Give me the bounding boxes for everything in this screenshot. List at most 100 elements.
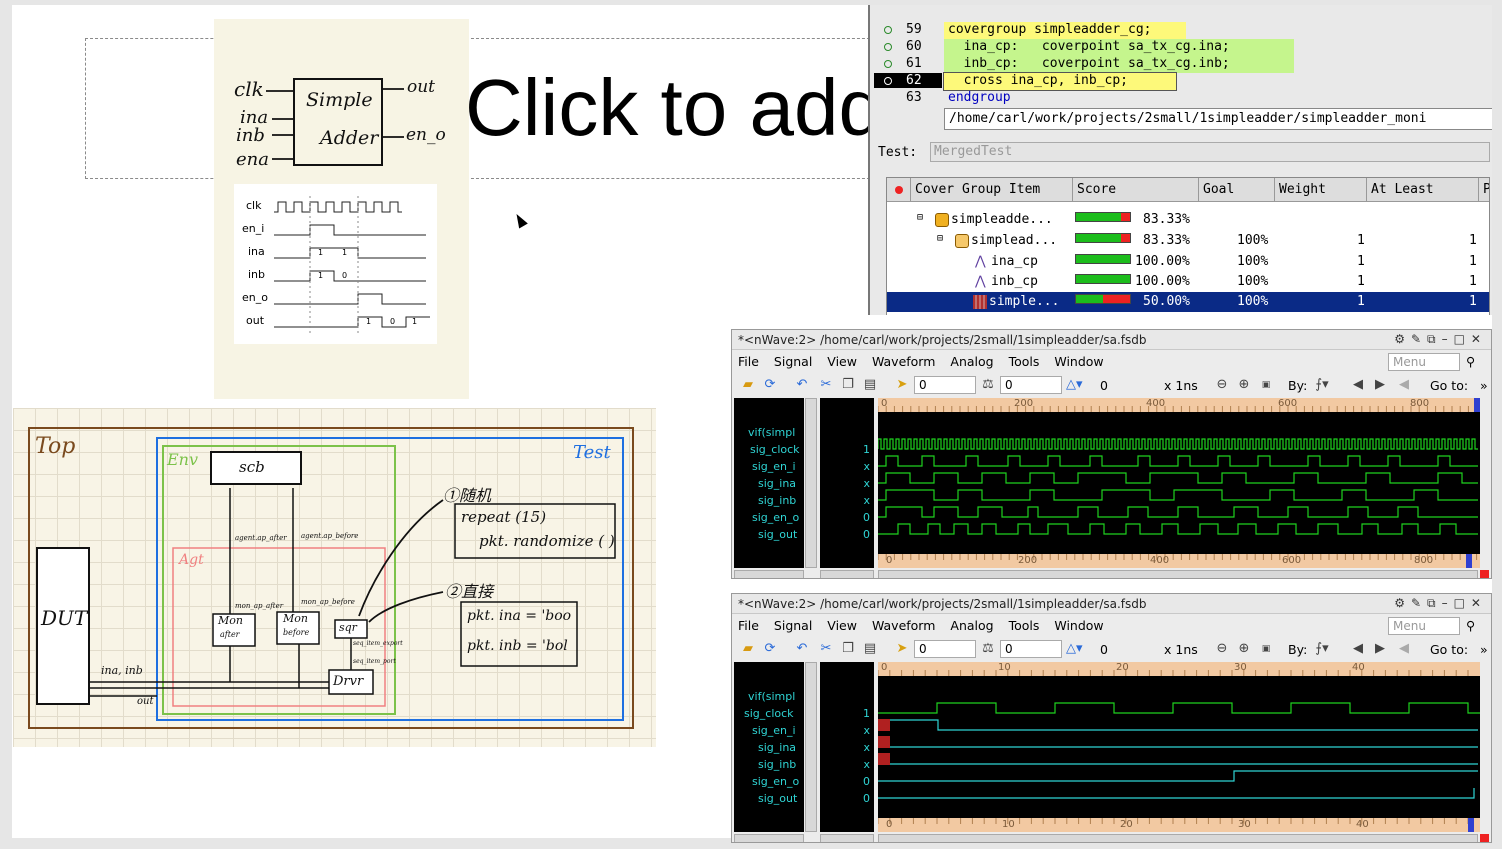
undo-icon[interactable]: ↶ bbox=[794, 641, 810, 657]
code-line[interactable]: 59 covergroup simpleadder_cg; bbox=[870, 22, 1492, 39]
paste-icon[interactable]: ▤ bbox=[862, 641, 878, 657]
prev-icon[interactable]: ◀ bbox=[1350, 377, 1366, 393]
zoom-fit-icon[interactable]: ▣ bbox=[1258, 641, 1274, 657]
menu-waveform[interactable]: Waveform bbox=[872, 618, 935, 633]
menu-search-input[interactable]: Menu bbox=[1388, 617, 1460, 635]
column-header-marker[interactable] bbox=[887, 178, 911, 202]
table-row[interactable]: ⋀ inb_cp 100.00% 100% 1 1 bbox=[887, 272, 1489, 292]
open-folder-icon[interactable]: ▰ bbox=[740, 377, 756, 393]
table-row[interactable]: ⊟ simpleadde... 83.33% bbox=[887, 210, 1489, 230]
menu-tools[interactable]: Tools bbox=[1009, 618, 1040, 633]
search-icon[interactable]: ⚲ bbox=[1466, 618, 1475, 633]
zoom-fit-icon[interactable]: ▣ bbox=[1258, 377, 1274, 393]
search-icon[interactable]: ⚲ bbox=[1466, 354, 1475, 369]
cursor-time-input[interactable]: 0 bbox=[914, 376, 976, 394]
zoom-out-icon[interactable]: ⊖ bbox=[1214, 377, 1230, 393]
cursor-time-input[interactable]: 0 bbox=[914, 640, 976, 658]
toolbar-more-icon[interactable]: » bbox=[1480, 378, 1488, 393]
delta-icon[interactable]: △▾ bbox=[1066, 641, 1083, 657]
horizontal-scrollbar[interactable] bbox=[878, 570, 1478, 578]
horizontal-scrollbar[interactable] bbox=[878, 834, 1478, 842]
horizontal-scrollbar[interactable] bbox=[734, 834, 804, 842]
signal-name[interactable]: sig_en_o bbox=[752, 511, 799, 524]
menu-file[interactable]: File bbox=[738, 618, 759, 633]
tree-toggle-icon[interactable]: ⊟ bbox=[917, 212, 923, 223]
signal-scrollbar[interactable] bbox=[805, 398, 817, 568]
menu-view[interactable]: View bbox=[827, 354, 857, 369]
next-icon[interactable]: ▶ bbox=[1372, 377, 1388, 393]
code-line[interactable]: 60 ina_cp: coverpoint sa_tx_cg.ina; bbox=[870, 39, 1492, 56]
signal-name[interactable]: sig_inb bbox=[758, 758, 796, 771]
paste-icon[interactable]: ▤ bbox=[862, 377, 878, 393]
column-header-item[interactable]: Cover Group Item bbox=[911, 178, 1073, 202]
menu-window[interactable]: Window bbox=[1054, 354, 1103, 369]
column-header-weight[interactable]: Weight bbox=[1275, 178, 1367, 202]
code-line[interactable]: 61 inb_cp: coverpoint sa_tx_cg.inb; bbox=[870, 56, 1492, 73]
delta-icon[interactable]: △▾ bbox=[1066, 377, 1083, 393]
signal-name[interactable]: sig_en_o bbox=[752, 775, 799, 788]
table-row[interactable]: ⊟ simplead... 83.33% 100% 1 1 bbox=[887, 231, 1489, 251]
marker-time-input[interactable]: 0 bbox=[1000, 376, 1062, 394]
goto-icon[interactable]: ◀ bbox=[1396, 377, 1412, 393]
search-by-icon[interactable]: ⨍▾ bbox=[1314, 641, 1330, 657]
cut-icon[interactable]: ✂ bbox=[818, 641, 834, 657]
signal-scrollbar[interactable] bbox=[805, 662, 817, 832]
signal-name[interactable]: sig_ina bbox=[758, 741, 796, 754]
signal-name[interactable]: sig_clock bbox=[750, 443, 800, 456]
column-header-atleast[interactable]: At Least bbox=[1367, 178, 1479, 202]
signal-name[interactable]: sig_out bbox=[758, 792, 797, 805]
column-header-score[interactable]: Score bbox=[1073, 178, 1199, 202]
zoom-out-icon[interactable]: ⊖ bbox=[1214, 641, 1230, 657]
signal-name[interactable]: sig_en_i bbox=[752, 724, 796, 737]
open-folder-icon[interactable]: ▰ bbox=[740, 641, 756, 657]
tree-toggle-icon[interactable]: ⊟ bbox=[937, 233, 943, 244]
signal-name[interactable]: sig_en_i bbox=[752, 460, 796, 473]
zoom-in-icon[interactable]: ⊕ bbox=[1236, 377, 1252, 393]
toolbar-more-icon[interactable]: » bbox=[1480, 642, 1488, 657]
menu-tools[interactable]: Tools bbox=[1009, 354, 1040, 369]
cursor-icon[interactable]: ➤ bbox=[894, 377, 910, 393]
window-controls[interactable]: ⚙✎⧉–□✕ bbox=[1394, 596, 1487, 611]
test-field[interactable]: MergedTest bbox=[930, 142, 1490, 162]
waveform-pane[interactable]: 0 10 20 30 40 0 10 20 30 40 bbox=[878, 662, 1480, 832]
zoom-in-icon[interactable]: ⊕ bbox=[1236, 641, 1252, 657]
marker-icon[interactable]: ⚖ bbox=[980, 641, 996, 657]
title-placeholder-text[interactable]: Click to add bbox=[465, 62, 875, 154]
signal-name[interactable]: sig_ina bbox=[758, 477, 796, 490]
signal-group[interactable]: vif(simpl bbox=[748, 690, 795, 703]
copy-icon[interactable]: ❐ bbox=[840, 641, 856, 657]
table-row-selected[interactable]: simple... 50.00% 100% 1 1 bbox=[887, 292, 1489, 312]
signal-name[interactable]: sig_out bbox=[758, 528, 797, 541]
source-path-field[interactable]: /home/carl/work/projects/2small/1simplea… bbox=[944, 108, 1492, 130]
horizontal-scrollbar[interactable] bbox=[820, 570, 874, 578]
cut-icon[interactable]: ✂ bbox=[818, 377, 834, 393]
waveform-pane[interactable]: 0 200 400 600 800 0 200 400 600 800 bbox=[878, 398, 1480, 568]
column-header-goal[interactable]: Goal bbox=[1199, 178, 1275, 202]
signal-name[interactable]: sig_inb bbox=[758, 494, 796, 507]
menu-file[interactable]: File bbox=[738, 354, 759, 369]
marker-icon[interactable]: ⚖ bbox=[980, 377, 996, 393]
menu-signal[interactable]: Signal bbox=[774, 354, 812, 369]
next-icon[interactable]: ▶ bbox=[1372, 641, 1388, 657]
cursor-icon[interactable]: ➤ bbox=[894, 641, 910, 657]
prev-icon[interactable]: ◀ bbox=[1350, 641, 1366, 657]
menu-search-input[interactable]: Menu bbox=[1388, 353, 1460, 371]
signal-name[interactable]: sig_clock bbox=[744, 707, 794, 720]
code-line[interactable]: 63 endgroup bbox=[870, 90, 1492, 107]
column-header-p[interactable]: P bbox=[1479, 178, 1489, 202]
menu-analog[interactable]: Analog bbox=[950, 618, 993, 633]
menu-waveform[interactable]: Waveform bbox=[872, 354, 935, 369]
copy-icon[interactable]: ❐ bbox=[840, 377, 856, 393]
menu-window[interactable]: Window bbox=[1054, 618, 1103, 633]
undo-icon[interactable]: ↶ bbox=[794, 377, 810, 393]
menu-view[interactable]: View bbox=[827, 618, 857, 633]
menu-analog[interactable]: Analog bbox=[950, 354, 993, 369]
code-line-current[interactable]: 62 cross ina_cp, inb_cp; bbox=[870, 72, 1492, 91]
search-by-icon[interactable]: ⨍▾ bbox=[1314, 377, 1330, 393]
menu-signal[interactable]: Signal bbox=[774, 618, 812, 633]
goto-icon[interactable]: ◀ bbox=[1396, 641, 1412, 657]
horizontal-scrollbar[interactable] bbox=[734, 570, 804, 578]
window-controls[interactable]: ⚙✎⧉–□✕ bbox=[1394, 332, 1487, 347]
signal-group[interactable]: vif(simpl bbox=[748, 426, 795, 439]
horizontal-scrollbar[interactable] bbox=[820, 834, 874, 842]
